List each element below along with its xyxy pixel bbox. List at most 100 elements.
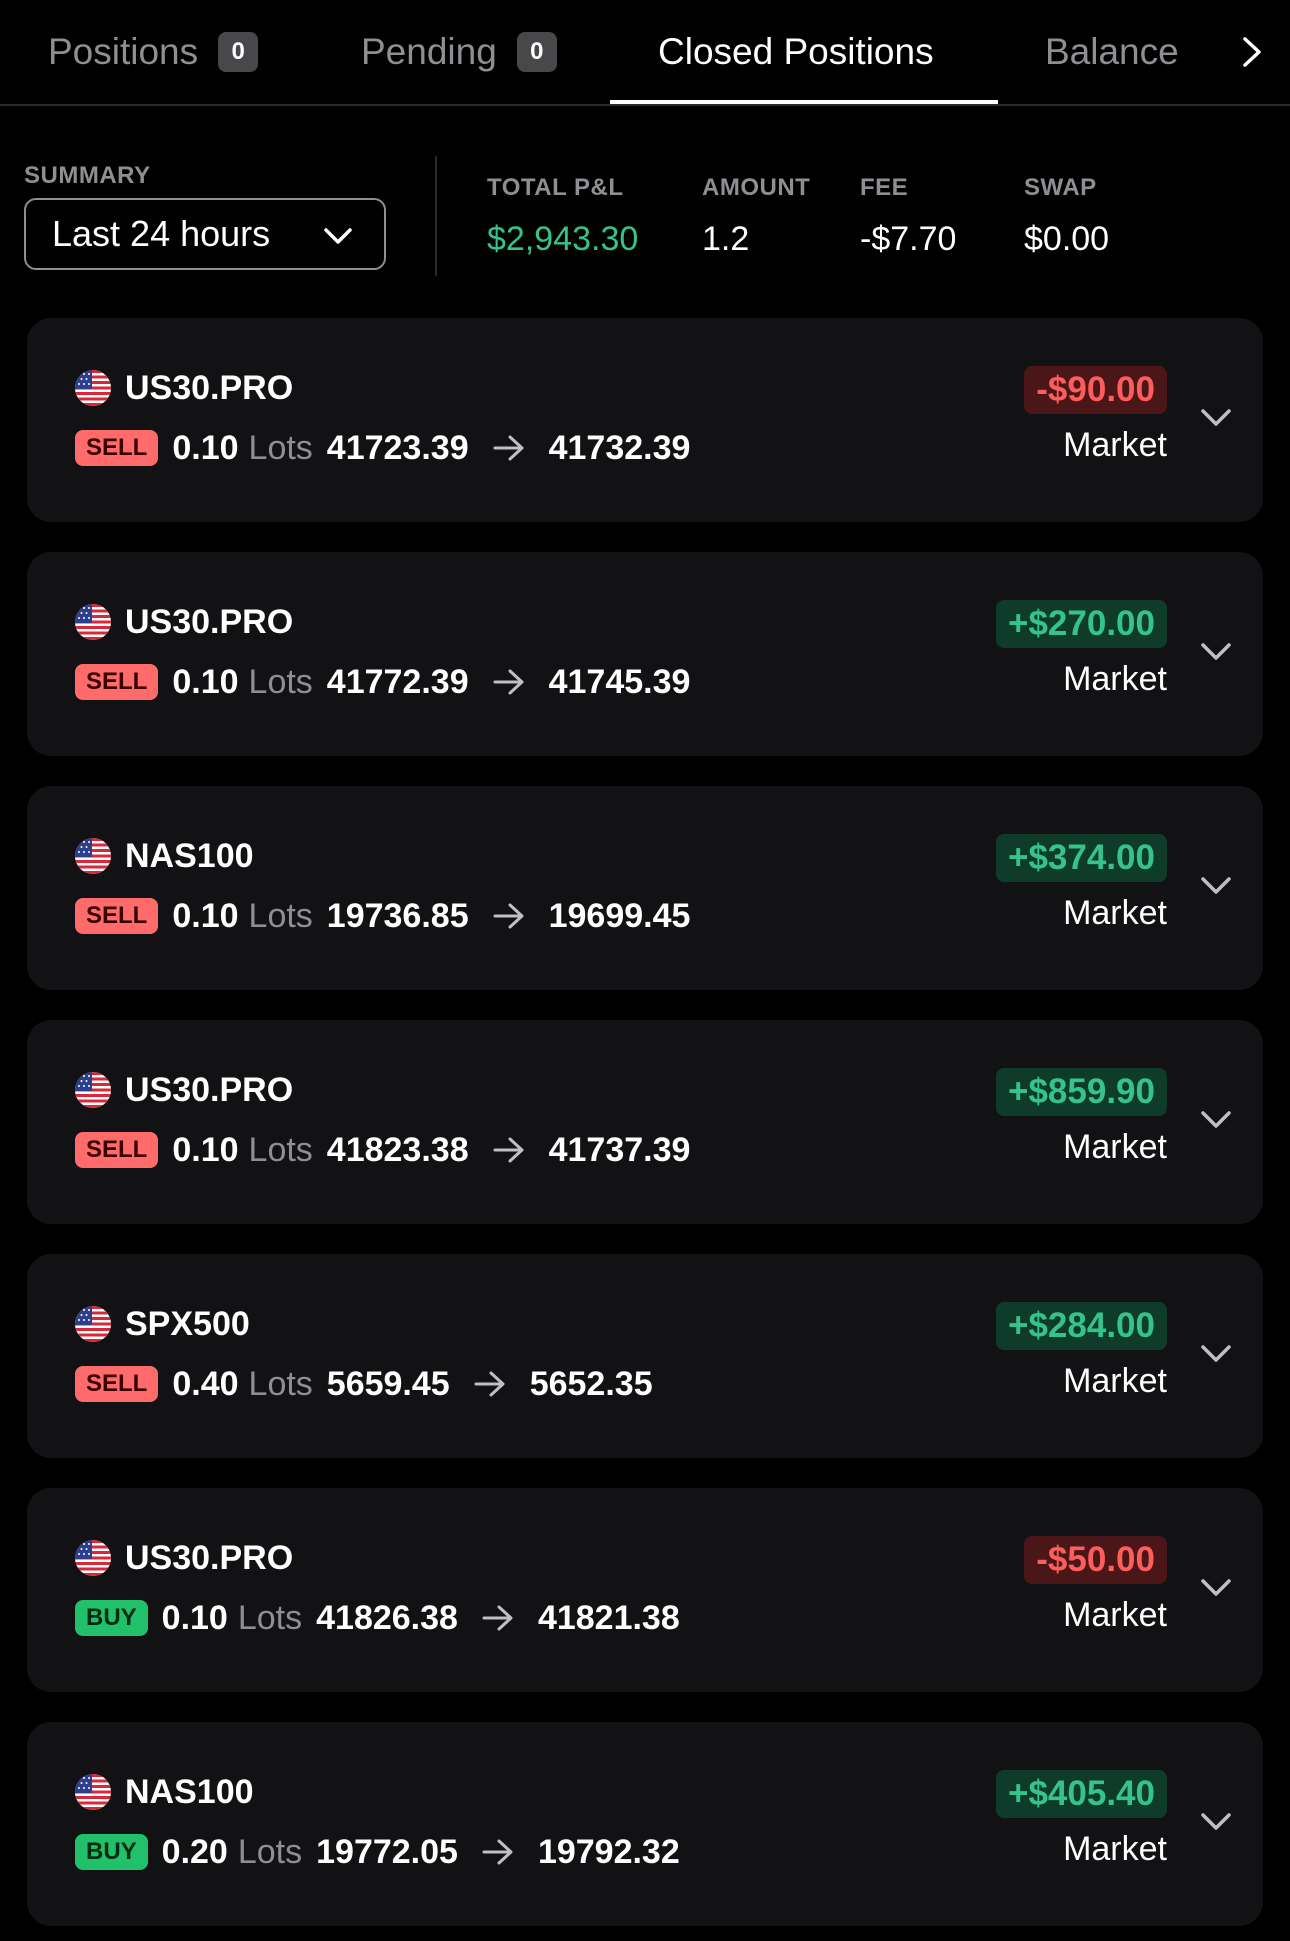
active-tab-indicator [610, 100, 998, 104]
symbol-name: US30.PRO [125, 602, 294, 641]
period-value: Last 24 hours [52, 213, 271, 254]
open-price: 19736.85 [326, 896, 469, 935]
symbol-name: US30.PRO [125, 1070, 294, 1109]
arrow-right-icon [493, 435, 524, 461]
trade-detail-row: BUY 0.10 Lots 41826.38 41821.38 [75, 1596, 680, 1640]
lots-label: Lots [248, 1130, 313, 1169]
closed-position-card[interactable]: NAS100 BUY 0.20 Lots 19772.05 19792.32 +… [27, 1722, 1263, 1926]
chevron-right-icon[interactable] [1234, 34, 1270, 70]
open-price: 5659.45 [326, 1364, 450, 1403]
closed-position-card[interactable]: US30.PRO SELL 0.10 Lots 41723.39 41732.3… [27, 318, 1263, 522]
swap-stat: SWAP $0.00 [1024, 174, 1109, 259]
fee-label: FEE [860, 174, 909, 201]
side-badge: SELL [75, 430, 159, 466]
arrow-right-icon [493, 669, 524, 695]
us-flag-icon [75, 604, 111, 640]
close-price: 41745.39 [548, 662, 691, 701]
chevron-down-icon[interactable] [1199, 1106, 1233, 1134]
close-price: 41737.39 [548, 1130, 691, 1169]
summary-divider [435, 156, 437, 276]
arrow-right-icon [493, 903, 524, 929]
side-badge: SELL [75, 664, 159, 700]
tab-label: Pending [361, 31, 497, 72]
symbol-row: NAS100 [75, 1772, 254, 1812]
total-pnl-stat: TOTAL P&L $2,943.30 [487, 174, 638, 259]
amount-stat: AMOUNT 1.2 [702, 174, 810, 259]
closed-position-card[interactable]: SPX500 SELL 0.40 Lots 5659.45 5652.35 +$… [27, 1254, 1263, 1458]
pnl-badge: -$50.00 [1024, 1536, 1167, 1584]
symbol-name: NAS100 [125, 836, 254, 875]
lots-label: Lots [248, 662, 313, 701]
order-type: Market [1063, 1596, 1167, 1634]
side-badge: SELL [75, 1366, 159, 1402]
symbol-row: NAS100 [75, 836, 254, 876]
tab-positions[interactable]: Positions 0 [48, 0, 259, 104]
symbol-row: SPX500 [75, 1304, 250, 1344]
pnl-badge: +$405.40 [996, 1770, 1167, 1818]
pnl-badge: +$270.00 [996, 600, 1167, 648]
tab-balance[interactable]: Balance [1045, 0, 1179, 104]
closed-position-card[interactable]: US30.PRO SELL 0.10 Lots 41823.38 41737.3… [27, 1020, 1263, 1224]
order-type: Market [1063, 1362, 1167, 1400]
trade-detail-row: SELL 0.10 Lots 41823.38 41737.39 [75, 1128, 690, 1172]
symbol-name: NAS100 [125, 1772, 254, 1811]
order-type: Market [1063, 894, 1167, 932]
open-price: 41772.39 [326, 662, 469, 701]
arrow-right-icon [482, 1605, 513, 1631]
trade-detail-row: SELL 0.10 Lots 19736.85 19699.45 [75, 894, 690, 938]
amount-label: AMOUNT [702, 174, 811, 201]
tab-closed-positions[interactable]: Closed Positions [658, 0, 934, 104]
chevron-down-icon[interactable] [1199, 404, 1233, 432]
order-type: Market [1063, 426, 1167, 464]
lots-value: 0.10 [172, 1130, 239, 1169]
chevron-down-icon[interactable] [1199, 1340, 1233, 1368]
pnl-badge: +$374.00 [996, 834, 1167, 882]
swap-label: SWAP [1024, 174, 1097, 201]
close-price: 19699.45 [548, 896, 691, 935]
arrow-right-icon [493, 1137, 524, 1163]
open-price: 41826.38 [316, 1598, 458, 1637]
lots-value: 0.10 [161, 1598, 228, 1637]
closed-position-card[interactable]: NAS100 SELL 0.10 Lots 19736.85 19699.45 … [27, 786, 1263, 990]
symbol-row: US30.PRO [75, 1070, 293, 1110]
period-select[interactable]: Last 24 hours [24, 198, 386, 270]
fee-value: -$7.70 [860, 220, 957, 258]
tab-label: Balance [1045, 31, 1179, 72]
lots-label: Lots [248, 428, 313, 467]
swap-value: $0.00 [1024, 220, 1110, 258]
tab-label: Positions [48, 31, 199, 72]
closed-position-card[interactable]: US30.PRO BUY 0.10 Lots 41826.38 41821.38… [27, 1488, 1263, 1692]
close-price: 41821.38 [537, 1598, 680, 1637]
close-price: 19792.32 [537, 1832, 680, 1871]
fee-stat: FEE -$7.70 [860, 174, 956, 259]
closed-position-card[interactable]: US30.PRO SELL 0.10 Lots 41772.39 41745.3… [27, 552, 1263, 756]
symbol-name: US30.PRO [125, 1538, 294, 1577]
amount-value: 1.2 [702, 220, 750, 258]
total-pnl-value: $2,943.30 [487, 220, 639, 258]
lots-value: 0.10 [172, 896, 239, 935]
lots-value: 0.10 [172, 662, 239, 701]
order-type: Market [1063, 660, 1167, 698]
side-badge: SELL [75, 1132, 159, 1168]
summary-panel: SUMMARY Last 24 hours TOTAL P&L $2,943.3… [0, 106, 1290, 310]
tab-pending[interactable]: Pending 0 [361, 0, 557, 104]
open-price: 41823.38 [326, 1130, 469, 1169]
side-badge: SELL [75, 898, 159, 934]
close-price: 41732.39 [548, 428, 691, 467]
tab-count-badge: 0 [218, 32, 259, 72]
arrow-right-icon [482, 1839, 513, 1865]
order-type: Market [1063, 1830, 1167, 1868]
chevron-down-icon[interactable] [1199, 872, 1233, 900]
us-flag-icon [75, 1540, 111, 1576]
chevron-down-icon[interactable] [1199, 1574, 1233, 1602]
chevron-down-icon[interactable] [1199, 638, 1233, 666]
lots-value: 0.40 [172, 1364, 239, 1403]
lots-label: Lots [248, 1364, 313, 1403]
us-flag-icon [75, 1774, 111, 1810]
trade-detail-row: BUY 0.20 Lots 19772.05 19792.32 [75, 1830, 680, 1874]
symbol-row: US30.PRO [75, 1538, 293, 1578]
us-flag-icon [75, 1072, 111, 1108]
us-flag-icon [75, 370, 111, 406]
chevron-down-icon[interactable] [1199, 1808, 1233, 1836]
us-flag-icon [75, 838, 111, 874]
